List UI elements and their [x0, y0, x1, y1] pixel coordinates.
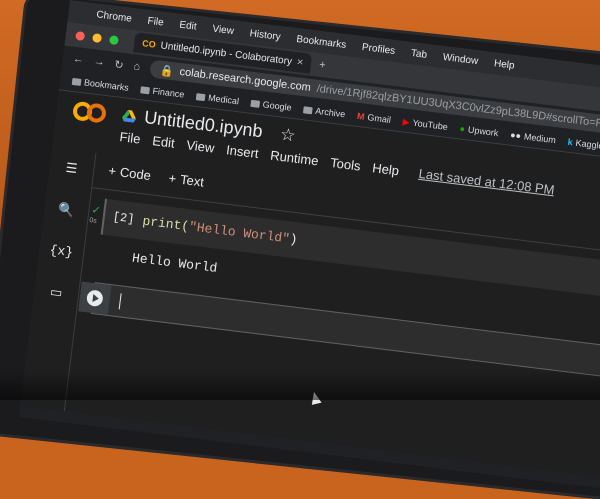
menu-file[interactable]: File — [147, 15, 164, 28]
bookmark-label: YouTube — [412, 117, 449, 132]
menu-window[interactable]: Window — [442, 51, 479, 66]
bookmark-label: Bookmarks — [83, 77, 130, 93]
menu-view[interactable]: View — [212, 23, 235, 37]
google-drive-icon — [122, 109, 137, 123]
colab-menu-edit[interactable]: Edit — [152, 133, 176, 151]
menu-tab[interactable]: Tab — [410, 47, 427, 60]
play-icon — [85, 289, 104, 308]
plus-icon: + — [107, 163, 117, 179]
back-arrow-icon[interactable]: ← — [72, 53, 84, 66]
colab-menu-help[interactable]: Help — [372, 160, 400, 178]
colab-menu-tools[interactable]: Tools — [329, 155, 361, 174]
colab-favicon-icon: CO — [141, 38, 157, 50]
folder-icon — [195, 92, 206, 101]
check-icon: ✓ — [90, 204, 102, 218]
lock-icon: 🔒 — [159, 64, 175, 78]
folder-icon — [303, 105, 313, 114]
new-tab-button[interactable]: + — [318, 59, 326, 72]
menu-chrome[interactable]: Chrome — [96, 9, 133, 24]
menu-profiles[interactable]: Profiles — [361, 41, 395, 56]
bookmark-google[interactable]: Google — [250, 98, 292, 113]
play-triangle — [92, 294, 100, 303]
bookmark-label: Archive — [314, 105, 346, 120]
close-tab-icon[interactable]: × — [296, 56, 304, 69]
bookmark-medium[interactable]: ●● Medium — [510, 130, 557, 146]
menu-help[interactable]: Help — [493, 58, 515, 71]
colab-logo-svg — [73, 101, 106, 123]
bookmark-label: Gmail — [366, 112, 392, 125]
code-function: print( — [141, 213, 190, 235]
search-icon[interactable]: 🔍 — [57, 201, 75, 219]
colab-menu-insert[interactable]: Insert — [225, 142, 259, 161]
execution-count: [2] — [112, 209, 136, 227]
add-text-label: Text — [179, 171, 205, 190]
bookmark-label: Medium — [523, 131, 557, 146]
add-text-button[interactable]: + Text — [166, 170, 205, 200]
minimize-window-button[interactable] — [92, 32, 103, 43]
bookmark-archive[interactable]: Archive — [303, 104, 346, 119]
colab-menu-runtime[interactable]: Runtime — [270, 148, 320, 169]
code-cell-empty[interactable] — [78, 281, 600, 378]
star-icon[interactable]: ☆ — [279, 124, 296, 146]
bookmark-medical[interactable]: Medical — [195, 91, 240, 107]
folder-icon — [71, 77, 82, 86]
folder-icon — [250, 99, 261, 108]
colab-menu-view[interactable]: View — [186, 137, 216, 155]
youtube-icon: ▶ — [402, 116, 411, 127]
add-code-label: Code — [119, 164, 152, 184]
code-string: "Hello World" — [188, 219, 291, 247]
cell-code[interactable]: print("Hello World") — [142, 214, 299, 248]
bookmark-upwork[interactable]: ● Upwork — [459, 123, 499, 138]
bottom-shadow — [0, 370, 600, 400]
bookmark-kaggle[interactable]: k Kaggle — [567, 137, 600, 151]
reload-icon[interactable]: ↻ — [114, 57, 125, 71]
menu-edit[interactable]: Edit — [179, 19, 197, 32]
bookmark-label: Finance — [151, 85, 185, 100]
colab-logo-icon[interactable] — [71, 98, 110, 126]
bookmark-finance[interactable]: Finance — [140, 84, 185, 100]
text-caret — [118, 293, 122, 310]
colab-menu-file[interactable]: File — [119, 129, 142, 146]
bookmark-youtube[interactable]: ▶ YouTube — [402, 116, 448, 132]
forward-arrow-icon[interactable]: → — [93, 55, 105, 68]
execution-time: 0s — [88, 217, 98, 225]
home-icon[interactable]: ⌂ — [133, 60, 141, 73]
kaggle-icon: k — [567, 136, 574, 148]
cell-output: Hello World — [131, 250, 219, 276]
bookmark-gmail[interactable]: M Gmail — [357, 111, 392, 125]
table-of-contents-icon[interactable]: ☰ — [65, 160, 78, 177]
bookmark-bookmarks[interactable]: Bookmarks — [71, 76, 130, 93]
laptop-screen: Chrome File Edit View History Bookmarks … — [18, 0, 600, 493]
menu-history[interactable]: History — [249, 28, 281, 43]
bookmark-label: Upwork — [467, 124, 499, 139]
close-window-button[interactable] — [75, 30, 86, 41]
bookmark-label: Kaggle — [575, 137, 600, 152]
variables-icon[interactable]: {x} — [49, 242, 74, 260]
run-cell-button[interactable] — [78, 281, 112, 315]
gmail-icon: M — [356, 110, 366, 122]
plus-icon: + — [167, 170, 178, 187]
code-close-paren: ) — [288, 231, 299, 248]
bookmark-label: Medical — [207, 92, 240, 107]
folder-icon — [140, 85, 151, 94]
add-code-button[interactable]: + Code — [106, 163, 152, 194]
upwork-icon: ● — [459, 123, 466, 135]
maximize-window-button[interactable] — [108, 34, 120, 45]
files-folder-icon[interactable]: ▭ — [49, 284, 63, 301]
medium-icon: ●● — [509, 129, 522, 141]
menu-bookmarks[interactable]: Bookmarks — [296, 33, 347, 50]
bookmark-label: Google — [262, 99, 293, 113]
